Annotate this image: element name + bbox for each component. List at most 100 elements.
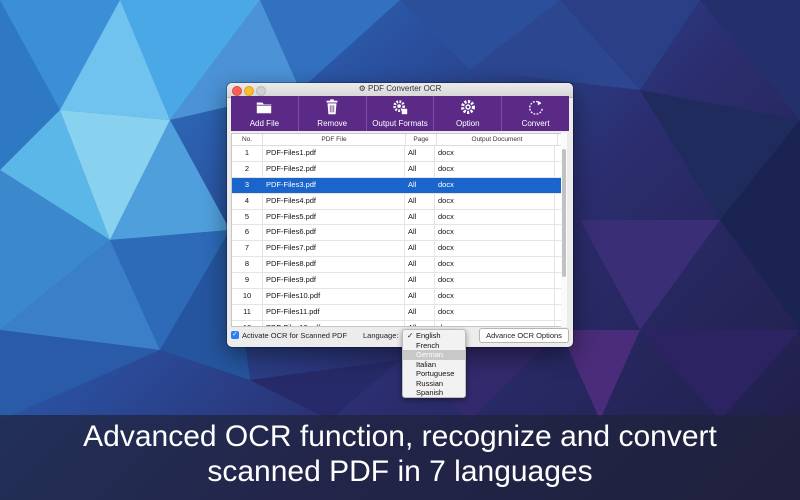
file-table: No. PDF File Page Output Document 1 PDF-F… xyxy=(231,133,563,327)
bottom-bar: ✓ Activate OCR for Scanned PDF Language:… xyxy=(231,328,569,344)
add-file-label: Add File xyxy=(249,119,280,128)
language-option[interactable]: ✓ English xyxy=(403,331,465,341)
cell-no: 1 xyxy=(232,146,263,161)
cell-no: 4 xyxy=(232,193,263,209)
header-output-document[interactable]: Output Document xyxy=(437,134,558,145)
language-option-label: French xyxy=(416,340,440,350)
cell-page: All xyxy=(405,193,435,209)
cell-no: 11 xyxy=(232,304,263,320)
folder-icon xyxy=(257,102,272,114)
cell-page: All xyxy=(405,177,435,193)
cell-page: All xyxy=(405,289,435,304)
caption-text: Advanced OCR function, recognize and con… xyxy=(0,419,800,489)
cell-pdf-file: PDF-Files10.pdf xyxy=(263,289,405,304)
cell-pdf-file: PDF-Files12.pdf xyxy=(263,320,405,326)
output-formats-label: Output Formats xyxy=(372,119,428,128)
scroll-thumb[interactable] xyxy=(562,149,566,277)
cell-page: All xyxy=(405,146,435,161)
advance-ocr-options-button[interactable]: Advance OCR Options xyxy=(479,328,569,343)
remove-label: Remove xyxy=(317,119,348,128)
cell-output-document: docx xyxy=(435,209,555,225)
table-row[interactable]: 8 PDF-Files8.pdf All docx xyxy=(232,257,562,274)
language-option[interactable]: Italian xyxy=(403,360,465,370)
header-no[interactable]: No. xyxy=(232,134,263,145)
output-formats-button[interactable]: Output Formats xyxy=(365,96,434,131)
cell-pdf-file: PDF-Files2.pdf xyxy=(263,161,405,177)
table-row[interactable]: 1 PDF-Files1.pdf All docx xyxy=(232,146,562,162)
cell-no: 7 xyxy=(232,241,263,257)
language-option-label: English xyxy=(416,331,441,340)
cell-output-document: docx xyxy=(435,193,555,209)
table-row[interactable]: 2 PDF-Files2.pdf All docx xyxy=(232,161,562,178)
option-button[interactable]: Option xyxy=(433,96,501,131)
convert-label: Convert xyxy=(521,119,550,128)
add-file-button[interactable]: Add File xyxy=(231,96,298,131)
cell-no: 12 xyxy=(232,320,263,326)
cell-pdf-file: PDF-Files3.pdf xyxy=(263,177,405,193)
cell-output-document: docx xyxy=(435,289,555,304)
promo-caption: Advanced OCR function, recognize and con… xyxy=(0,415,800,500)
cell-pdf-file: PDF-Files1.pdf xyxy=(263,146,405,161)
cell-page: All xyxy=(405,320,435,326)
table-scrollbar[interactable] xyxy=(561,133,567,327)
cell-output-document: docx xyxy=(435,225,555,241)
language-option[interactable]: German xyxy=(403,350,465,360)
format-gear-icon xyxy=(393,100,408,115)
language-options: ✓ English French German Italian Portuguese Rus… xyxy=(403,331,465,398)
table-row[interactable]: 5 PDF-Files5.pdf All docx xyxy=(232,209,562,226)
cell-output-document: docx xyxy=(435,257,555,273)
language-option-label: German xyxy=(416,350,444,359)
cell-output-document: docx xyxy=(435,273,555,289)
cell-no: 5 xyxy=(232,209,263,225)
language-option[interactable]: Russian xyxy=(403,379,465,389)
cell-page: All xyxy=(405,161,435,177)
table-row[interactable]: 11 PDF-Files11.pdf All docx xyxy=(232,304,562,321)
language-option[interactable]: French xyxy=(403,341,465,351)
language-option-label: Portuguese xyxy=(416,369,455,378)
language-option[interactable]: Spanish xyxy=(403,388,465,398)
gear-icon xyxy=(460,100,475,114)
gear-small-icon: ⚙ xyxy=(358,84,366,93)
language-option-label: Italian xyxy=(416,359,437,369)
cell-output-document: docx xyxy=(435,177,555,193)
table-row[interactable]: 3 PDF-Files3.pdf All docx xyxy=(232,177,562,194)
caption-line-2: scanned PDF in 7 languages xyxy=(207,455,593,488)
trash-icon xyxy=(326,99,338,115)
ocr-checkbox-label[interactable]: Activate OCR for Scanned PDF xyxy=(242,331,347,340)
table-row[interactable]: 4 PDF-Files4.pdf All docx xyxy=(232,193,562,210)
cell-page: All xyxy=(405,257,435,273)
cell-pdf-file: PDF-Files4.pdf xyxy=(263,193,405,209)
cell-page: All xyxy=(405,241,435,257)
header-page[interactable]: Page xyxy=(406,134,437,145)
cell-page: All xyxy=(405,209,435,225)
ocr-checkbox[interactable]: ✓ xyxy=(231,331,239,339)
cell-pdf-file: PDF-Files5.pdf xyxy=(263,209,405,225)
cell-pdf-file: PDF-Files7.pdf xyxy=(263,241,405,257)
cell-pdf-file: PDF-Files11.pdf xyxy=(263,304,405,320)
convert-button[interactable]: Convert xyxy=(501,96,569,131)
cell-page: All xyxy=(405,304,435,320)
remove-button[interactable]: Remove xyxy=(297,96,366,131)
cell-output-document: docx xyxy=(435,320,555,326)
table-row[interactable]: 7 PDF-Files7.pdf All docx xyxy=(232,241,562,258)
table-row[interactable]: 12PDF-Files12.pdfAlldocx xyxy=(232,320,562,326)
checkmark-icon: ✓ xyxy=(407,331,414,340)
table-row[interactable]: 10 PDF-Files10.pdf All docx xyxy=(232,289,562,305)
cell-output-document: docx xyxy=(435,146,555,161)
cell-no: 10 xyxy=(232,289,263,304)
header-pdf-file[interactable]: PDF File xyxy=(263,134,406,145)
cell-pdf-file: PDF-Files6.pdf xyxy=(263,225,405,241)
cell-pdf-file: PDF-Files8.pdf xyxy=(263,257,405,273)
language-option[interactable]: Portuguese xyxy=(403,369,465,379)
language-dropdown[interactable]: ✓ English French German Italian Portuguese Rus… xyxy=(402,329,466,398)
table-row[interactable]: 6 PDF-Files6.pdf All docx xyxy=(232,225,562,242)
language-label: Language: xyxy=(363,331,399,340)
cell-page: All xyxy=(405,225,435,241)
cell-no: 2 xyxy=(232,161,263,177)
cell-output-document: docx xyxy=(435,241,555,257)
cell-no: 9 xyxy=(232,273,263,289)
cell-no: 3 xyxy=(232,177,263,193)
table-row[interactable]: 9 PDF-Files9.pdf All docx xyxy=(232,273,562,290)
cell-output-document: docx xyxy=(435,304,555,320)
table-body: 1 PDF-Files1.pdf All docx 2 PDF-Files2.pdf All… xyxy=(232,146,562,326)
